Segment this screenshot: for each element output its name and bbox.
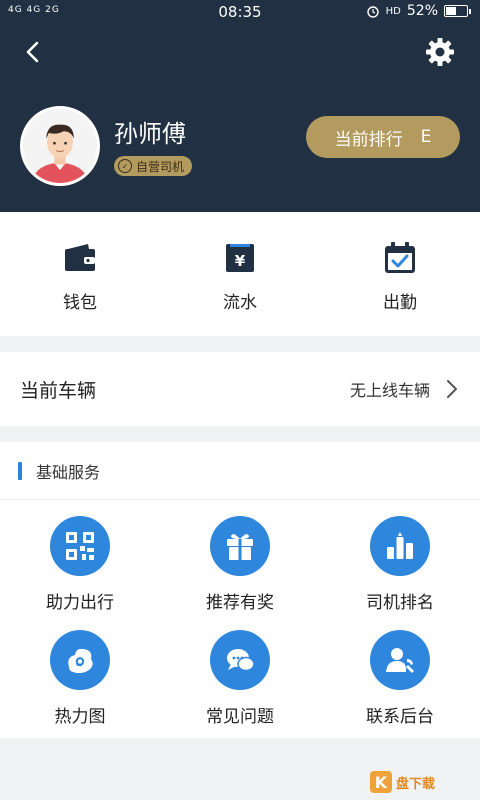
service-label: 助力出行 <box>46 593 114 613</box>
quick-actions: 钱包 ¥ 流水 出勤 <box>0 212 480 336</box>
service-travel-assist[interactable]: 助力出行 <box>0 516 160 630</box>
wallet-label: 钱包 <box>63 293 97 313</box>
watermark-text: 盘下载 <box>396 776 436 792</box>
service-driver-ranking[interactable]: 司机排名 <box>320 516 480 630</box>
verified-icon: ✓ <box>118 159 132 173</box>
calendar-check-icon <box>385 242 415 273</box>
service-label: 热力图 <box>54 707 106 727</box>
bar-chart-icon <box>387 532 413 559</box>
service-label: 推荐有奖 <box>206 593 274 613</box>
service-referral-reward[interactable]: 推荐有奖 <box>160 516 320 630</box>
service-label: 联系后台 <box>366 707 434 727</box>
ledger-label: 流水 <box>223 293 257 313</box>
gift-icon <box>227 534 253 560</box>
status-icons: HD 52% <box>366 3 471 19</box>
service-heatmap[interactable]: 热力图 <box>0 630 160 744</box>
battery-icon <box>444 5 471 17</box>
current-rank-button[interactable]: 当前排行 E <box>306 116 460 158</box>
attendance-label: 出勤 <box>383 293 417 313</box>
alarm-icon <box>366 6 379 18</box>
driver-avatar-illustration <box>23 109 97 183</box>
wallet-button[interactable]: 钱包 <box>0 212 160 336</box>
svg-text:¥: ¥ <box>235 252 246 270</box>
chat-bubbles-icon <box>227 649 255 672</box>
heatmap-icon <box>68 648 93 674</box>
services-grid: 助力出行 推荐有奖 司机排名 热力图 常见问题 联系后台 <box>0 500 480 744</box>
current-vehicle-row[interactable]: 当前车辆 无上线车辆 <box>0 352 480 426</box>
back-arrow-icon[interactable] <box>20 38 48 66</box>
hd-call-indicator: HD <box>385 5 401 17</box>
wallet-icon <box>65 244 95 271</box>
services-header: 基础服务 <box>0 442 480 500</box>
watermark: K 盘下载 <box>370 770 474 794</box>
section-accent-bar <box>18 461 22 480</box>
rank-value: E <box>420 127 432 147</box>
ledger-button[interactable]: ¥ 流水 <box>160 212 320 336</box>
status-bar: 4G 4G 2G 08:35 HD 52% <box>0 0 480 24</box>
settings-gear-icon[interactable] <box>424 36 456 68</box>
battery-percent: 52% <box>406 3 438 19</box>
basic-services: 基础服务 助力出行 推荐有奖 司机排名 热力图 常见问题 联系后台 <box>0 442 480 738</box>
contact-icon <box>386 648 414 673</box>
services-title: 基础服务 <box>36 462 101 482</box>
watermark-logo-icon: K <box>370 771 392 793</box>
rank-label: 当前排行 <box>334 129 403 150</box>
service-faq[interactable]: 常见问题 <box>160 630 320 744</box>
current-vehicle-title: 当前车辆 <box>20 379 97 402</box>
avatar[interactable] <box>20 106 100 186</box>
attendance-button[interactable]: 出勤 <box>320 212 480 336</box>
badge-label: 自营司机 <box>136 159 185 174</box>
service-label: 司机排名 <box>366 593 434 613</box>
self-operated-driver-badge: ✓ 自营司机 <box>114 156 193 176</box>
current-vehicle-value: 无上线车辆 <box>349 381 430 400</box>
qr-code-icon <box>66 532 94 560</box>
driver-name: 孙师傅 <box>114 120 186 148</box>
service-contact-backend[interactable]: 联系后台 <box>320 630 480 744</box>
yen-ledger-icon: ¥ <box>226 244 254 272</box>
service-label: 常见问题 <box>206 707 274 727</box>
chevron-right-icon <box>447 380 457 398</box>
profile-header: 孙师傅 ✓ 自营司机 当前排行 E <box>0 24 480 212</box>
